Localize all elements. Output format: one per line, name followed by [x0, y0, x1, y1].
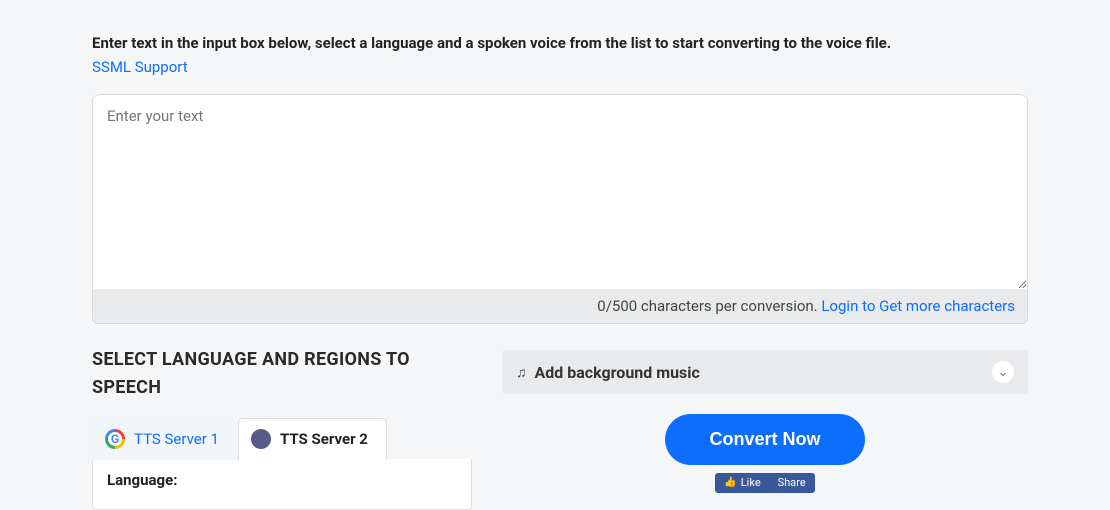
- thumb-up-icon: 👍: [724, 477, 736, 488]
- music-icon: ♫: [516, 364, 527, 381]
- language-panel: Language:: [92, 459, 472, 510]
- fb-like-label: Like: [741, 476, 761, 489]
- select-language-heading: SELECT LANGUAGE AND REGIONS TO SPEECH: [92, 346, 472, 402]
- facebook-widget: 👍 Like Share: [502, 473, 1028, 493]
- tab-label-server-1: TTS Server 1: [134, 430, 219, 448]
- facebook-like-button[interactable]: 👍 Like: [715, 473, 769, 493]
- background-music-toggle[interactable]: ♫ Add background music ⌄: [502, 350, 1028, 394]
- facebook-share-button[interactable]: Share: [770, 473, 815, 493]
- language-label: Language:: [107, 471, 457, 489]
- google-icon: [105, 429, 125, 449]
- fb-share-label: Share: [778, 476, 806, 489]
- tab-tts-server-2[interactable]: TTS Server 2: [238, 418, 387, 460]
- character-count-bar: 0/500 characters per conversion. Login t…: [93, 289, 1027, 323]
- microsoft-icon: [251, 429, 271, 449]
- ssml-support-link[interactable]: SSML Support: [92, 58, 188, 76]
- chevron-down-icon: ⌄: [992, 361, 1014, 383]
- convert-now-button[interactable]: Convert Now: [665, 414, 864, 465]
- background-music-label: Add background music: [535, 363, 700, 382]
- tts-server-tabs: TTS Server 1 TTS Server 2: [92, 418, 472, 460]
- char-counter: 0/500 characters per conversion.: [597, 297, 821, 315]
- tab-label-server-2: TTS Server 2: [280, 430, 368, 448]
- login-more-characters-link[interactable]: Login to Get more characters: [821, 297, 1015, 315]
- instruction-text: Enter text in the input box below, selec…: [92, 34, 1028, 52]
- text-input-panel: 0/500 characters per conversion. Login t…: [92, 94, 1028, 324]
- tab-tts-server-1[interactable]: TTS Server 1: [92, 418, 238, 460]
- text-input[interactable]: [93, 95, 1027, 289]
